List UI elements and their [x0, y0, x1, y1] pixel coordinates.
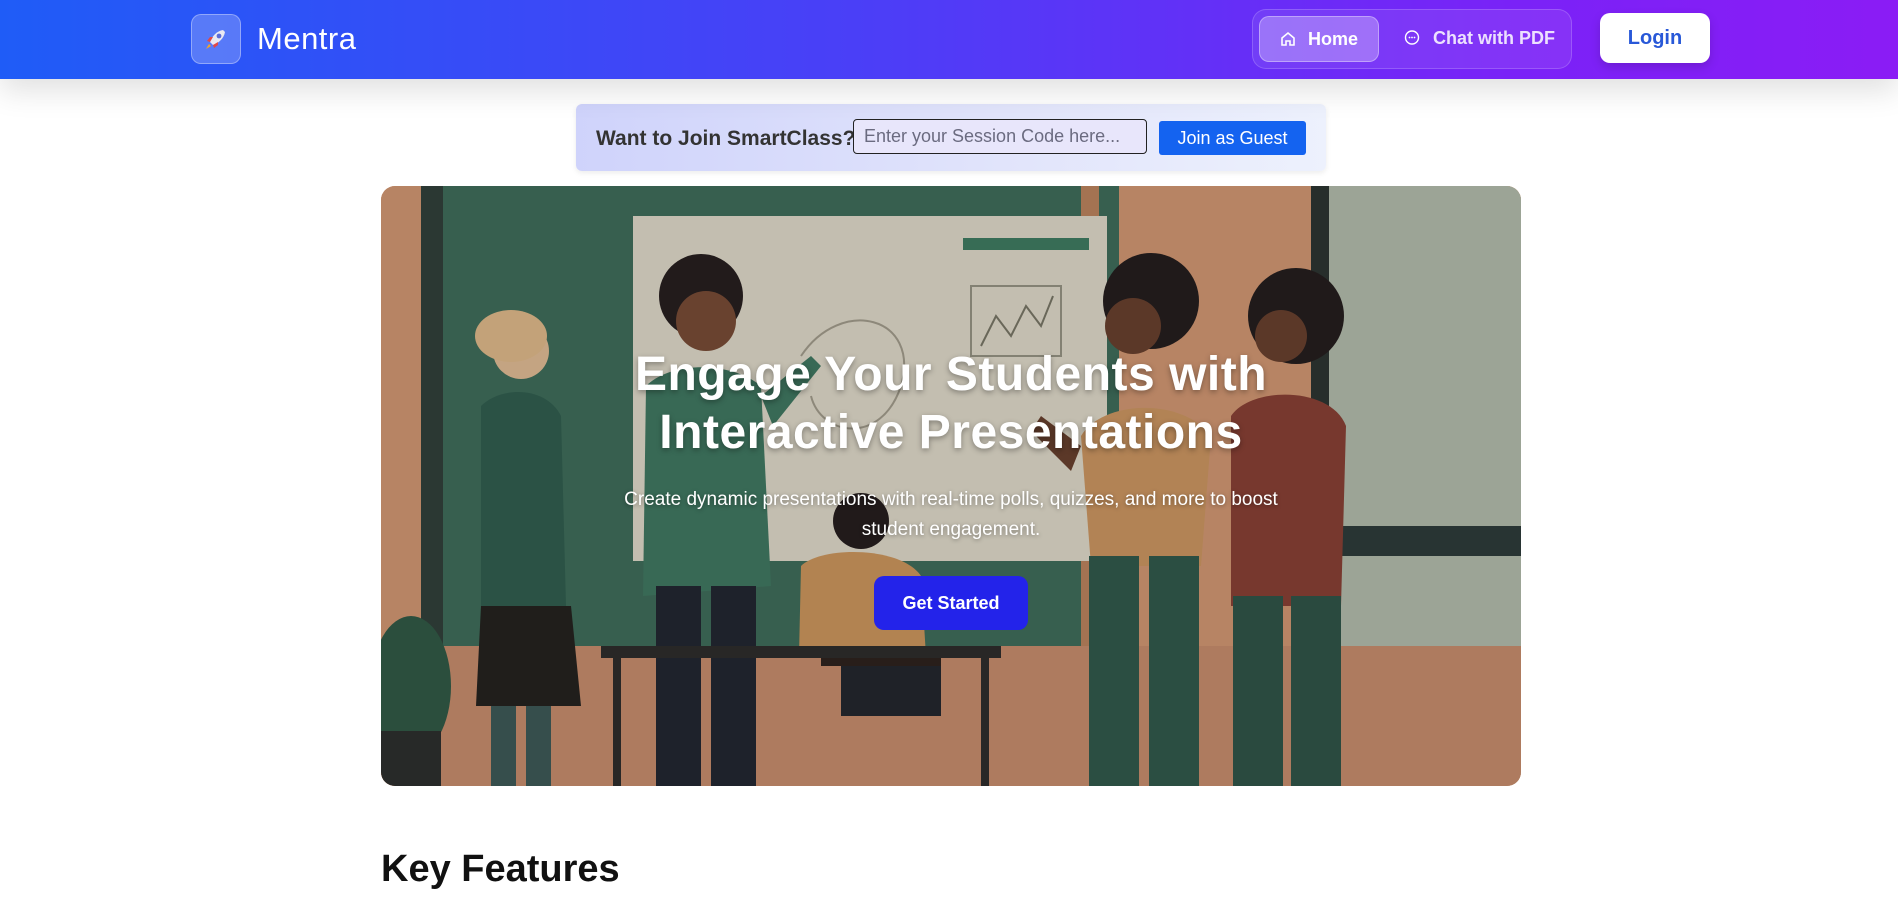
- hero-banner: Engage Your Students with Interactive Pr…: [381, 186, 1521, 786]
- top-navbar: Mentra Home Chat with PDF Login: [0, 0, 1898, 79]
- hero-title-line2: Interactive Presentations: [659, 406, 1243, 459]
- session-code-input[interactable]: [853, 119, 1147, 154]
- login-button[interactable]: Login: [1600, 13, 1710, 63]
- join-label: Want to Join SmartClass?: [596, 127, 856, 150]
- chat-icon: [1404, 30, 1420, 45]
- join-session-bar: Want to Join SmartClass? Join as Guest: [576, 104, 1326, 171]
- get-started-button[interactable]: Get Started: [874, 576, 1028, 630]
- nav-item-chat-with-pdf[interactable]: Chat with PDF: [1403, 16, 1555, 60]
- hero-title: Engage Your Students with Interactive Pr…: [381, 346, 1521, 462]
- key-features-heading: Key Features: [381, 848, 620, 890]
- brand[interactable]: Mentra: [191, 14, 356, 64]
- hero-title-line1: Engage Your Students with: [634, 348, 1268, 401]
- home-icon: [1281, 31, 1295, 46]
- nav-item-chat-label: Chat with PDF: [1433, 27, 1555, 48]
- rocket-icon: [191, 14, 241, 64]
- nav-item-home[interactable]: Home: [1259, 16, 1379, 62]
- nav-menu: Home Chat with PDF: [1252, 9, 1572, 69]
- hero-subtitle: Create dynamic presentations with real-t…: [624, 489, 1278, 540]
- nav-item-home-label: Home: [1307, 28, 1358, 49]
- brand-name: Mentra: [257, 21, 357, 56]
- join-as-guest-button[interactable]: Join as Guest: [1159, 121, 1306, 155]
